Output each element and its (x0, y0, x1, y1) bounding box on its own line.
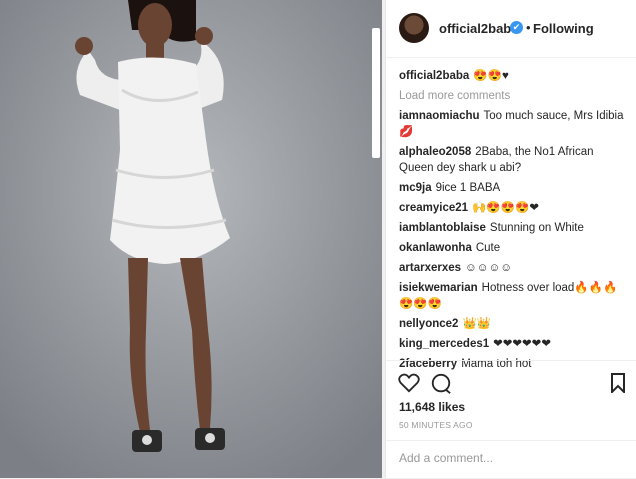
comment-user[interactable]: iamnaomiachu (399, 110, 480, 122)
comment-item: alphaleo2058 2Baba, the No1 African Queen… (399, 144, 631, 176)
comment-user[interactable]: isiekwemarian (399, 282, 478, 294)
comment-text: Stunning on White (489, 222, 584, 234)
heart-icon[interactable] (398, 373, 420, 393)
following-button[interactable]: Following (533, 21, 594, 36)
comment-item: king_mercedes1 ❤❤❤❤❤❤ (399, 336, 631, 352)
bookmark-icon[interactable] (610, 373, 626, 393)
likes-count[interactable]: 11,648 likes (399, 400, 465, 414)
comment-text: Cute (475, 242, 501, 254)
comment-text: 🙌😍😍😍❤ (472, 202, 539, 214)
add-comment-bar: Add a comment... (386, 440, 636, 479)
header-separator: • (526, 20, 531, 35)
comment-user[interactable]: artarxerxes (399, 262, 461, 274)
photo-scroll-handle[interactable] (372, 28, 380, 158)
caption-user[interactable]: official2baba (399, 70, 469, 82)
post-username[interactable]: official2baba (439, 21, 518, 36)
comment-item: creamyice21 🙌😍😍😍❤ (399, 200, 631, 216)
comment-item: iamblantoblaise Stunning on White (399, 220, 631, 236)
caption: official2baba 😍😍♥ (399, 68, 631, 84)
comments-list: official2baba 😍😍♥ Load more comments iamn… (399, 68, 631, 376)
comment-user[interactable]: okanlawonha (399, 242, 472, 254)
post-header: official2baba ✔ • Following (386, 0, 636, 58)
comment-text: 👑👑 (462, 318, 492, 330)
verified-icon: ✔ (510, 21, 523, 34)
comment-user[interactable]: nellyonce2 (399, 318, 458, 330)
comment-item: nellyonce2 👑👑 (399, 316, 631, 332)
comment-user[interactable]: iamblantoblaise (399, 222, 486, 234)
post-photo[interactable] (0, 0, 382, 478)
load-more-comments[interactable]: Load more comments (399, 88, 631, 104)
comment-user[interactable]: alphaleo2058 (399, 146, 471, 158)
post-timestamp: 50 MINUTES AGO (399, 420, 473, 430)
comment-user[interactable]: creamyice21 (399, 202, 468, 214)
post-panel: official2baba ✔ • Following official2bab… (385, 0, 636, 478)
comment-text: ❤❤❤❤❤❤ (493, 338, 551, 350)
comment-item: mc9ja 9ice 1 BABA (399, 180, 631, 196)
comment-item: isiekwemarian Hotness over load🔥🔥🔥 😍😍😍 (399, 280, 631, 312)
avatar[interactable] (399, 13, 429, 43)
comment-icon[interactable] (430, 373, 452, 395)
comment-text: ☺☺☺☺ (465, 262, 512, 274)
comment-text: 9ice 1 BABA (435, 182, 501, 194)
comment-item: okanlawonha Cute (399, 240, 631, 256)
comment-user[interactable]: mc9ja (399, 182, 432, 194)
comment-item: artarxerxes ☺☺☺☺ (399, 260, 631, 276)
caption-text: 😍😍♥ (473, 70, 509, 82)
comment-item: iamnaomiachu Too much sauce, Mrs Idibia 💋 (399, 108, 631, 140)
add-comment-input[interactable]: Add a comment... (399, 451, 493, 465)
comment-user[interactable]: king_mercedes1 (399, 338, 489, 350)
